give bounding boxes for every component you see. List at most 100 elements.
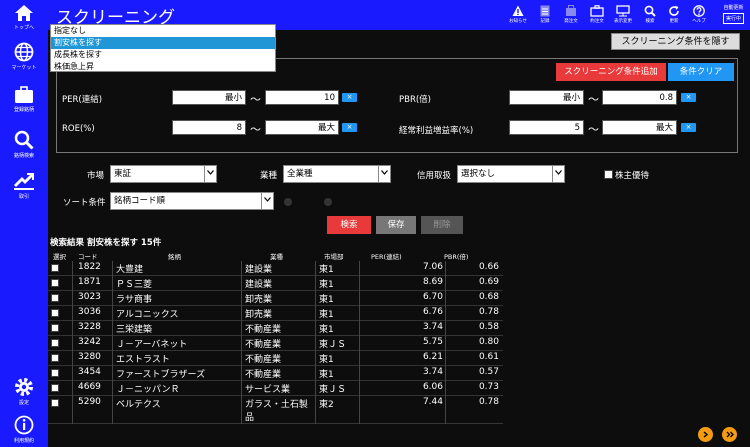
- cell-name: 三栄建築: [116, 325, 153, 335]
- table-row[interactable]: 3023 ラサ商事 卸売業 東1 6.70 0.68: [48, 291, 503, 306]
- row-checkbox[interactable]: [51, 309, 59, 317]
- auto-update-toggle[interactable]: 自動更新 実行中: [722, 4, 744, 24]
- sidebar-item-trade[interactable]: 取引: [0, 173, 48, 200]
- table-row[interactable]: 1871 ＰＳ三菱 建設業 東1 8.69 0.69: [48, 276, 503, 291]
- row-checkbox[interactable]: [51, 399, 59, 407]
- range-separator: ～: [250, 123, 261, 136]
- col-market: 市場部: [324, 253, 344, 261]
- table-row[interactable]: 5290 ベルテクス ガラス・土石製 東2 7.44 0.78 品: [48, 396, 503, 424]
- table-row[interactable]: 4669 Ｊ－ニッパンＲ サービス業 東ＪＳ 6.06 0.73: [48, 381, 503, 396]
- table-row[interactable]: 3454 ファーストブラザーズ 不動産業 東1 3.74 0.57: [48, 366, 503, 381]
- search-button[interactable]: 検索: [327, 216, 371, 234]
- pbr-min-input[interactable]: 最小: [509, 90, 584, 105]
- cell-code: 3454: [78, 367, 101, 377]
- delete-button[interactable]: 削除: [421, 216, 463, 234]
- column-divider: [72, 336, 73, 351]
- clear-conditions-button[interactable]: 条件クリア: [668, 63, 734, 81]
- per-min-input[interactable]: 最小: [172, 90, 246, 105]
- table-row[interactable]: 1822 大豊建 建設業 東1 7.06 0.66: [48, 261, 503, 276]
- remove-per-button[interactable]: ×: [342, 93, 357, 102]
- remove-roe-button[interactable]: ×: [342, 123, 357, 132]
- row-checkbox[interactable]: [51, 294, 59, 302]
- sidebar-item-label: 利用規約: [13, 438, 34, 444]
- shareholder-benefit-checkbox[interactable]: [604, 170, 613, 179]
- range-separator: ～: [588, 123, 599, 136]
- remove-pbr-button[interactable]: ×: [681, 93, 696, 102]
- roe-min-input[interactable]: 8: [172, 120, 246, 135]
- table-row[interactable]: 3242 Ｊ－アーバネット 不動産業 東ＪＳ 5.75 0.80: [48, 336, 503, 351]
- row-checkbox[interactable]: [51, 324, 59, 332]
- roe-max-input[interactable]: 最大: [265, 120, 339, 135]
- preset-option-surge[interactable]: 株価急上昇: [51, 61, 275, 73]
- column-divider: [241, 291, 242, 306]
- row-checkbox[interactable]: [51, 354, 59, 362]
- column-divider: [445, 276, 446, 291]
- row-checkbox[interactable]: [51, 369, 59, 377]
- cell-per: 6.76: [422, 307, 443, 317]
- market-select[interactable]: 東証: [110, 165, 217, 183]
- table-row[interactable]: 3228 三栄建築 不動産業 東1 3.74 0.58: [48, 321, 503, 336]
- toolbar-help[interactable]: ヘルプ: [686, 5, 712, 24]
- page-prev-button[interactable]: [698, 427, 713, 442]
- sidebar-item-terms[interactable]: 利用規約: [0, 415, 48, 444]
- sidebar-item-label: トップへ: [13, 25, 34, 31]
- column-divider: [359, 351, 360, 366]
- column-divider: [445, 306, 446, 321]
- toolbar-executed[interactable]: 約注文: [584, 5, 610, 24]
- preset-dropdown[interactable]: 指定なし 割安株を探す 成長株を探す 株価急上昇: [50, 24, 276, 72]
- preset-option-none[interactable]: 指定なし: [51, 25, 275, 37]
- cell-industry: 建設業: [245, 265, 273, 275]
- cell-industry-wrap: 品: [245, 413, 255, 423]
- column-divider: [315, 261, 316, 276]
- cell-industry: 不動産業: [245, 325, 282, 335]
- column-divider: [359, 396, 360, 424]
- add-condition-button[interactable]: スクリーニング条件追加: [556, 63, 666, 81]
- toolbar-label: 記録: [540, 19, 550, 24]
- remove-profit-growth-button[interactable]: ×: [681, 123, 696, 132]
- sort-radio-2[interactable]: [324, 198, 332, 206]
- chevron-right-icon: [703, 431, 709, 438]
- toolbar-display[interactable]: 表示変更: [610, 5, 636, 24]
- sort-select[interactable]: 銘柄コード順: [110, 192, 274, 210]
- per-label: PER(連結): [62, 95, 103, 105]
- briefcase-icon: [590, 5, 604, 17]
- row-checkbox[interactable]: [51, 339, 59, 347]
- column-divider: [359, 261, 360, 276]
- row-checkbox[interactable]: [51, 264, 59, 272]
- column-divider: [72, 381, 73, 396]
- pbr-max-input[interactable]: 0.8: [602, 90, 677, 105]
- sidebar-item-watchlist[interactable]: 登録銘柄: [0, 86, 48, 113]
- profit-growth-max-input[interactable]: 最大: [602, 120, 677, 135]
- cell-code: 3280: [78, 352, 101, 362]
- sidebar-item-search[interactable]: 銘柄検索: [0, 130, 48, 159]
- cell-code: 4669: [78, 382, 101, 392]
- save-button[interactable]: 保存: [376, 216, 416, 234]
- sidebar-item-top[interactable]: トップへ: [0, 4, 48, 31]
- industry-select[interactable]: 全業種: [283, 165, 391, 183]
- preset-option-value[interactable]: 割安株を探す: [51, 37, 275, 49]
- sidebar-item-settings[interactable]: 設定: [0, 377, 48, 406]
- toolbar-record[interactable]: 記録: [532, 5, 558, 24]
- table-row[interactable]: 3036 アルコニックス 卸売業 東1 6.76 0.78: [48, 306, 503, 321]
- table-row[interactable]: 3280 エストラスト 不動産業 東1 6.21 0.61: [48, 351, 503, 366]
- toolbar-search[interactable]: 検索: [637, 5, 663, 24]
- preset-option-growth[interactable]: 成長株を探す: [51, 49, 275, 61]
- column-divider: [315, 381, 316, 396]
- row-checkbox[interactable]: [51, 279, 59, 287]
- toolbar-refresh[interactable]: 更新: [661, 5, 687, 24]
- per-max-input[interactable]: 10: [265, 90, 339, 105]
- toolbar-label: 約注文: [590, 19, 604, 24]
- toolbar-order[interactable]: 発注文: [558, 5, 584, 24]
- chevron-down-icon: [555, 170, 562, 175]
- column-divider: [112, 321, 113, 336]
- cell-per: 7.06: [422, 262, 443, 272]
- sidebar: トップへ マーケット 登録銘柄 銘柄検索 取引 設定 利用規約: [0, 0, 48, 447]
- toolbar-notice[interactable]: お知らせ: [505, 5, 531, 24]
- credit-select[interactable]: 選択なし: [457, 165, 565, 183]
- page-last-button[interactable]: [722, 427, 737, 442]
- row-checkbox[interactable]: [51, 384, 59, 392]
- sidebar-item-market[interactable]: マーケット: [0, 42, 48, 71]
- hide-conditions-button[interactable]: スクリーニング条件を隠す: [611, 33, 740, 50]
- sort-radio-1[interactable]: [284, 198, 292, 206]
- profit-growth-min-input[interactable]: 5: [509, 120, 584, 135]
